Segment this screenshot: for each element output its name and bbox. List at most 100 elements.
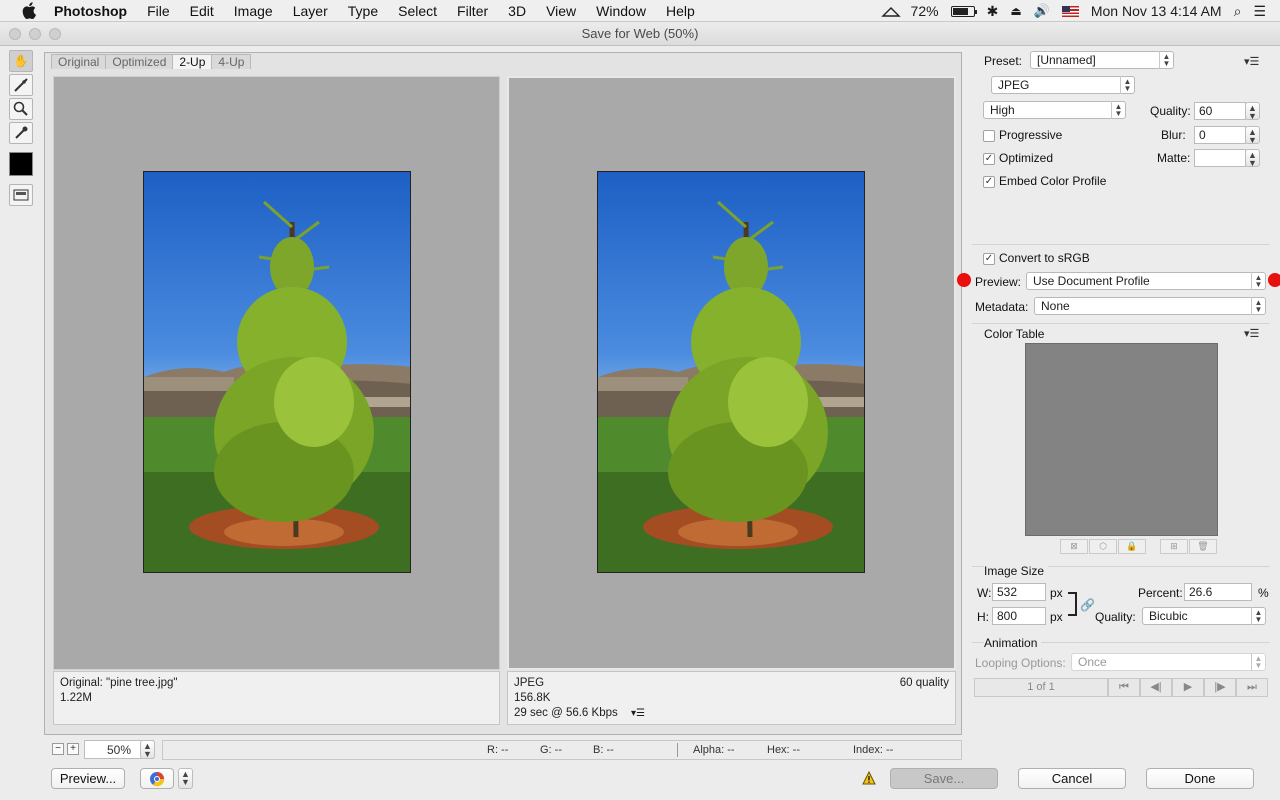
matte-stepper[interactable]: ▲ ▼ [1245,149,1260,168]
percent-label: Percent: [1138,586,1183,600]
blur-input[interactable]: 0 [1194,126,1246,144]
divider [972,323,1270,324]
cc-icon[interactable] [880,5,901,17]
original-preview-pane[interactable] [53,76,500,670]
preset-dropdown[interactable]: [Unnamed] ▲ ▼ [1030,51,1174,69]
width-input[interactable]: 532 [992,583,1046,601]
first-frame-icon[interactable]: ⏮ [1108,678,1140,697]
menu-file[interactable]: File [137,0,180,22]
zoom-window-button[interactable] [49,28,61,40]
progressive-label: Progressive [999,128,1063,142]
spotlight-search-icon[interactable]: ⌕ [1234,3,1242,20]
preview-frame: Original Optimized 2-Up 4-Up Original: "… [44,52,962,735]
menu-edit[interactable]: Edit [180,0,224,22]
menu-window[interactable]: Window [586,0,656,22]
color-table[interactable] [1025,343,1218,536]
chevron-updown-icon: ▲ ▼ [1251,653,1265,671]
metadata-dropdown[interactable]: None ▲ ▼ [1034,297,1266,315]
quality-input[interactable]: 60 [1194,102,1246,120]
menu-view[interactable]: View [536,0,586,22]
file-format-value: JPEG [998,78,1030,92]
looping-options-dropdown[interactable]: Once ▲ ▼ [1071,653,1266,671]
original-filename: Original: "pine tree.jpg" [60,677,178,689]
optimized-image [597,171,865,573]
warning-icon [862,770,876,788]
minimize-window-button[interactable] [29,28,41,40]
browser-icon[interactable] [140,768,174,789]
done-button[interactable]: Done [1146,768,1254,789]
file-format-dropdown[interactable]: JPEG ▲ ▼ [991,76,1135,94]
menu-type[interactable]: Type [338,0,388,22]
cancel-button[interactable]: Cancel [1018,768,1126,789]
download-speed-menu-icon[interactable]: ▾☰ [631,708,645,719]
chevron-updown-icon: ▲ ▼ [1251,272,1265,290]
slice-select-tool-icon[interactable] [9,74,33,96]
optimized-checkbox[interactable]: ✓ [983,153,995,165]
percent-input[interactable]: 26.6 [1184,583,1252,601]
optimize-menu-icon[interactable]: ▾☰ [1244,55,1259,68]
map-transparency-icon[interactable]: ⊠ [1060,539,1088,554]
optimized-preview-pane[interactable] [507,76,956,670]
preview-profile-dropdown[interactable]: Use Document Profile ▲ ▼ [1026,272,1266,290]
zoom-out-button[interactable]: − [52,743,64,755]
web-shift-icon[interactable]: ⬡ [1089,539,1117,554]
eyedropper-color-swatch[interactable] [9,152,33,176]
quality-label: Quality: [1150,104,1191,118]
height-input[interactable]: 800 [992,607,1046,625]
zoom-tool-icon[interactable] [9,98,33,120]
next-frame-icon[interactable]: |▶ [1204,678,1236,697]
new-color-icon[interactable]: ⊞ [1160,539,1188,554]
previous-frame-icon[interactable]: ◀| [1140,678,1172,697]
menu-layer[interactable]: Layer [283,0,338,22]
last-frame-icon[interactable]: ⏭ [1236,678,1268,697]
percent-unit: % [1258,586,1269,600]
tab-optimized[interactable]: Optimized [105,54,174,69]
menu-select[interactable]: Select [388,0,447,22]
notification-center-icon[interactable]: ☰ [1253,3,1266,20]
menu-3d[interactable]: 3D [498,0,536,22]
blur-stepper[interactable]: ▲ ▼ [1245,126,1260,145]
battery-icon[interactable] [950,5,977,17]
tab-4-up[interactable]: 4-Up [211,54,252,69]
tab-2-up[interactable]: 2-Up [172,54,213,69]
browser-select-stepper[interactable]: ▲ ▼ [178,768,193,789]
compression-quality-dropdown[interactable]: High ▲ ▼ [983,101,1126,119]
volume-icon[interactable]: 🔊 [1034,3,1050,19]
eject-icon[interactable]: ⏏ [1010,4,1021,18]
zoom-in-button[interactable]: + [67,743,79,755]
progressive-checkbox[interactable] [983,130,995,142]
zoom-level-stepper[interactable]: ▲ ▼ [140,740,155,759]
optimized-info: JPEG 156.8K 29 sec @ 56.6 Kbps ▾☰ 60 qua… [507,671,956,725]
tools-panel: ✋ [8,50,36,208]
flag-icon[interactable] [1061,5,1079,17]
apple-menu-icon[interactable] [20,2,38,20]
preview-in-browser-button[interactable]: Preview... [51,768,125,789]
play-icon[interactable]: ▶ [1172,678,1204,697]
lock-color-icon[interactable]: 🔒 [1118,539,1146,554]
looping-options-label: Looping Options: [975,656,1066,670]
resample-quality-dropdown[interactable]: Bicubic ▲ ▼ [1142,607,1266,625]
embed-color-profile-checkbox[interactable]: ✓ [983,176,995,188]
bluetooth-icon[interactable]: ✱ [987,3,999,20]
quality-stepper[interactable]: ▲ ▼ [1245,102,1260,121]
delete-color-icon[interactable]: 🗑 [1189,539,1217,554]
color-table-title: Color Table [984,327,1045,341]
clock[interactable]: Mon Nov 13 4:14 AM [1091,3,1222,19]
eyedropper-tool-icon[interactable] [9,122,33,144]
matte-color-field[interactable] [1194,149,1246,167]
save-button[interactable]: Save... [890,768,998,789]
menu-app-photoshop[interactable]: Photoshop [54,0,137,22]
width-unit: px [1050,586,1063,600]
menu-filter[interactable]: Filter [447,0,498,22]
optimized-quality: 60 quality [899,677,949,689]
link-icon[interactable]: 🔗 [1080,598,1095,612]
hand-tool-icon[interactable]: ✋ [9,50,33,72]
preview-label: Preview: [975,275,1022,289]
close-window-button[interactable] [9,28,21,40]
tab-original[interactable]: Original [51,54,107,69]
menu-image[interactable]: Image [224,0,283,22]
convert-srgb-checkbox[interactable]: ✓ [983,253,995,265]
toggle-slices-visibility-icon[interactable] [9,184,33,206]
menu-help[interactable]: Help [656,0,705,22]
color-table-menu-icon[interactable]: ▾☰ [1244,327,1259,340]
